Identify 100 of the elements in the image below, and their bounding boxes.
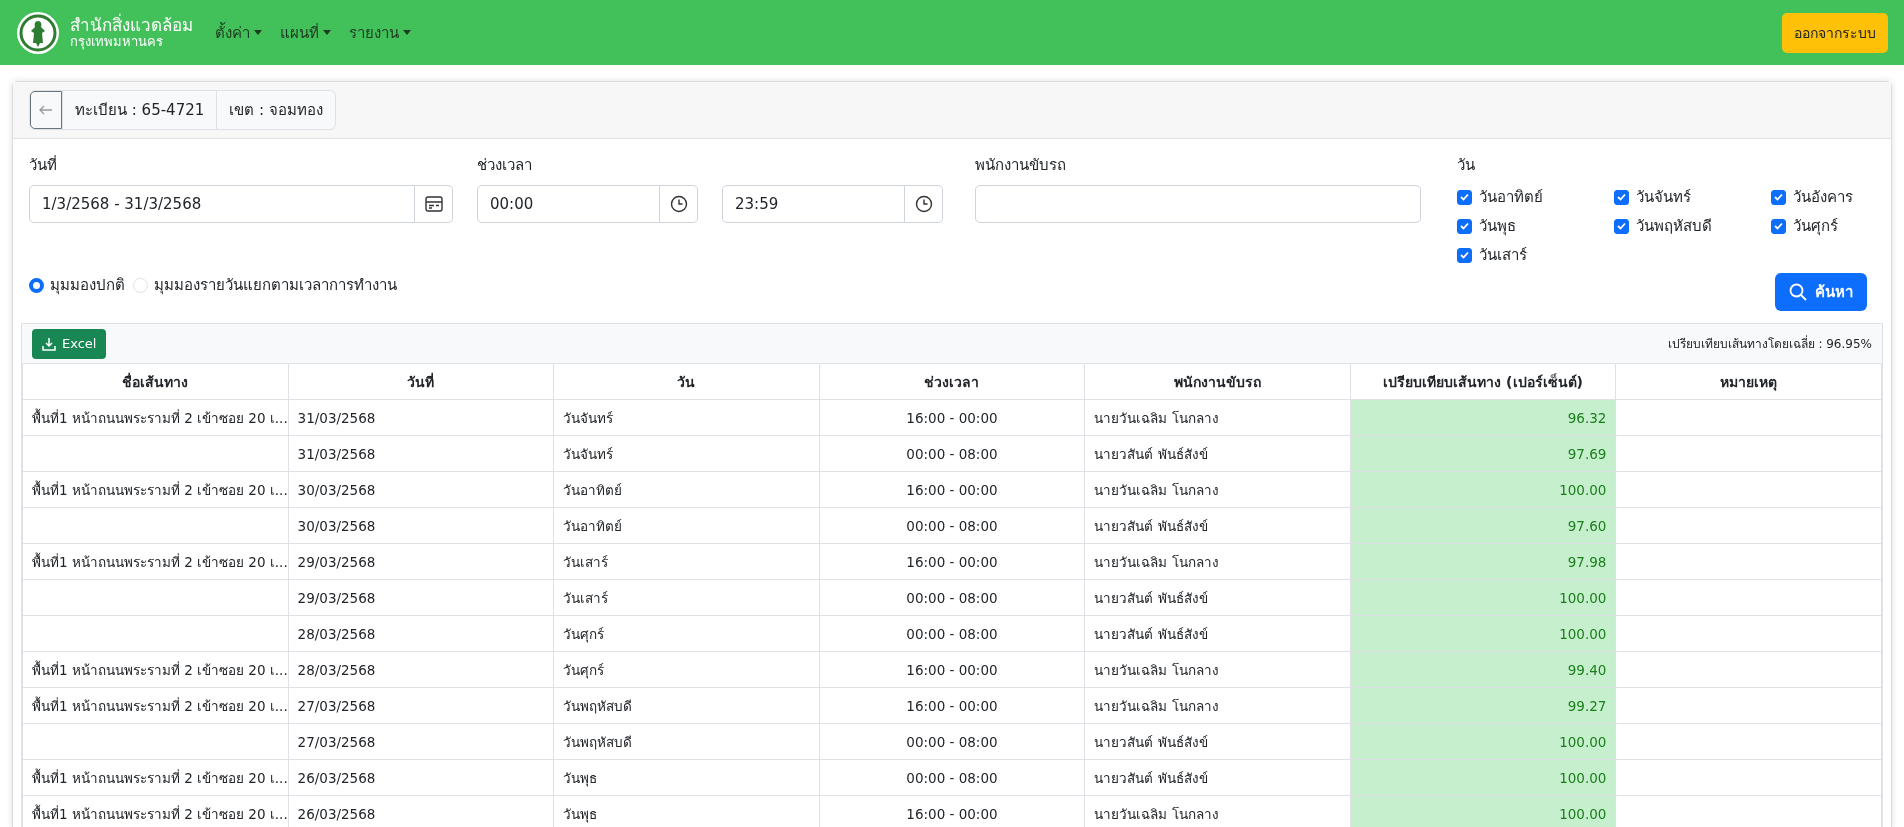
table-cell: 00:00 - 08:00 bbox=[819, 579, 1085, 616]
date-range-field[interactable]: 1/3/2568 - 31/3/2568 bbox=[29, 185, 415, 223]
table-cell: พื้นที่1 หน้าถนนพระรามที่ 2 เข้าซอย 20 เ... bbox=[22, 651, 289, 688]
table-cell: พื้นที่1 หน้าถนนพระรามที่ 2 เข้าซอย 20 เ... bbox=[22, 687, 289, 724]
day-checkbox[interactable] bbox=[1457, 247, 1472, 263]
table-cell: 100.00 bbox=[1350, 471, 1616, 508]
column-header: วัน bbox=[553, 363, 820, 400]
view-radio[interactable] bbox=[29, 277, 44, 293]
table-cell: 28/03/2568 bbox=[288, 615, 554, 652]
table-cell: 100.00 bbox=[1350, 615, 1616, 652]
day-checkbox[interactable] bbox=[1614, 189, 1629, 205]
table-cell: วันเสาร์ bbox=[553, 543, 820, 580]
table-cell: พื้นที่1 หน้าถนนพระรามที่ 2 เข้าซอย 20 เ... bbox=[22, 471, 289, 508]
logout-button[interactable]: ออกจากระบบ bbox=[1782, 12, 1888, 53]
table-cell: 16:00 - 00:00 bbox=[819, 651, 1085, 688]
driver-field[interactable] bbox=[975, 185, 1421, 223]
field-label: วัน bbox=[1457, 155, 1476, 176]
table-cell: 30/03/2568 bbox=[288, 471, 554, 508]
clock-icon bbox=[914, 195, 933, 213]
view-label: มุมมองรายวันแยกตามเวลาการทำงาน bbox=[154, 275, 397, 297]
excel-button[interactable]: Excel bbox=[32, 328, 107, 359]
day-checkbox[interactable] bbox=[1457, 218, 1472, 234]
download-icon bbox=[42, 336, 56, 351]
day-checkbox[interactable] bbox=[1457, 189, 1472, 205]
column-header: หมายเหตุ bbox=[1615, 363, 1882, 400]
check-icon bbox=[1774, 222, 1783, 230]
search-button[interactable]: ค้นหา bbox=[1775, 273, 1867, 311]
table-cell: 16:00 - 00:00 bbox=[819, 687, 1085, 724]
table-cell: นายวันเฉลิม โนกลาง bbox=[1084, 651, 1351, 688]
column-header: วันที่ bbox=[288, 363, 554, 400]
field-label: พนักงานขับรถ bbox=[975, 155, 1067, 176]
day-label: วันพฤหัสบดี bbox=[1636, 216, 1712, 237]
day-label: วันพุธ bbox=[1479, 216, 1516, 238]
nav-menu[interactable]: รายงาน bbox=[345, 20, 415, 45]
table-cell: พื้นที่1 หน้าถนนพระรามที่ 2 เข้าซอย 20 เ... bbox=[22, 399, 289, 436]
table-cell: วันอาทิตย์ bbox=[553, 507, 820, 544]
day-label: วันศุกร์ bbox=[1793, 216, 1838, 238]
table-cell: วันศุกร์ bbox=[553, 651, 820, 688]
calendar-icon bbox=[424, 196, 443, 212]
table-cell: พื้นที่1 หน้าถนนพระรามที่ 2 เข้าซอย 20 เ... bbox=[22, 759, 289, 796]
table-cell: 31/03/2568 bbox=[288, 435, 554, 472]
brand-subtitle: กรุงเทพมหานคร bbox=[70, 34, 164, 49]
check-icon bbox=[1460, 222, 1469, 230]
day-label: วันเสาร์ bbox=[1479, 245, 1527, 266]
district-label: เขต : จอมทอง bbox=[216, 91, 335, 129]
table-cell: 16:00 - 00:00 bbox=[819, 471, 1085, 508]
table-cell: 29/03/2568 bbox=[288, 579, 554, 616]
table-cell: นายวสันต์ พันธ์สังข์ bbox=[1084, 579, 1351, 616]
table-cell: 100.00 bbox=[1350, 723, 1616, 760]
clock-button[interactable] bbox=[660, 185, 698, 223]
time-to-field[interactable]: 23:59 bbox=[722, 185, 905, 223]
table-cell: นายวันเฉลิม โนกลาง bbox=[1084, 543, 1351, 580]
table-cell: 96.32 bbox=[1350, 399, 1616, 436]
day-checkbox[interactable] bbox=[1771, 218, 1786, 234]
table-cell: พื้นที่1 หน้าถนนพระรามที่ 2 เข้าซอย 20 เ... bbox=[22, 543, 289, 580]
back-button[interactable] bbox=[30, 91, 62, 129]
day-label: วันอาทิตย์ bbox=[1479, 187, 1543, 208]
table-cell: วันเสาร์ bbox=[553, 579, 820, 616]
field-label: ช่วงเวลา bbox=[477, 155, 533, 176]
table-cell: 99.40 bbox=[1350, 651, 1616, 688]
search-icon bbox=[1789, 283, 1807, 301]
table-cell: 16:00 - 00:00 bbox=[819, 399, 1085, 436]
check-icon bbox=[1460, 193, 1469, 201]
table-cell: นายวสันต์ พันธ์สังข์ bbox=[1084, 435, 1351, 472]
registration-label: ทะเบียน : 65-4721 bbox=[62, 91, 217, 129]
day-checkbox[interactable] bbox=[1771, 189, 1786, 205]
table-cell: นายวันเฉลิม โนกลาง bbox=[1084, 687, 1351, 724]
table-cell: 00:00 - 08:00 bbox=[819, 507, 1085, 544]
time-from-field[interactable]: 00:00 bbox=[477, 185, 660, 223]
check-icon bbox=[1617, 222, 1626, 230]
table-cell: วันอาทิตย์ bbox=[553, 471, 820, 508]
nav-menu[interactable]: แผนที่ bbox=[276, 20, 335, 45]
table-cell: 100.00 bbox=[1350, 579, 1616, 616]
table-cell: 30/03/2568 bbox=[288, 507, 554, 544]
check-icon bbox=[1460, 251, 1469, 259]
table-cell: 27/03/2568 bbox=[288, 723, 554, 760]
table-cell: วันพฤหัสบดี bbox=[553, 723, 820, 760]
table-cell: 100.00 bbox=[1350, 759, 1616, 796]
table-cell: 97.69 bbox=[1350, 435, 1616, 472]
table-cell: 00:00 - 08:00 bbox=[819, 723, 1085, 760]
table-cell: วันพุธ bbox=[553, 759, 820, 796]
column-header: เปรียบเทียบเส้นทาง (เปอร์เซ็นต์) bbox=[1350, 363, 1616, 400]
column-header: พนักงานขับรถ bbox=[1084, 363, 1351, 400]
table-cell: 26/03/2568 bbox=[288, 759, 554, 796]
day-label: วันอังคาร bbox=[1793, 187, 1853, 208]
emblem-logo[interactable] bbox=[16, 10, 60, 55]
table-cell: 16:00 - 00:00 bbox=[819, 543, 1085, 580]
view-label: มุมมองปกติ bbox=[50, 275, 125, 297]
table-cell: 00:00 - 08:00 bbox=[819, 435, 1085, 472]
table-cell: วันพฤหัสบดี bbox=[553, 687, 820, 724]
table-cell: นายวสันต์ พันธ์สังข์ bbox=[1084, 723, 1351, 760]
day-label: วันจันทร์ bbox=[1636, 187, 1691, 208]
column-header: ช่วงเวลา bbox=[819, 363, 1085, 400]
calendar-button[interactable] bbox=[415, 185, 453, 223]
table-cell: 29/03/2568 bbox=[288, 543, 554, 580]
table-cell: 99.27 bbox=[1350, 687, 1616, 724]
clock-button[interactable] bbox=[905, 185, 943, 223]
table-cell: 00:00 - 08:00 bbox=[819, 759, 1085, 796]
nav-menu[interactable]: ตั้งค่า bbox=[211, 20, 266, 45]
day-checkbox[interactable] bbox=[1614, 218, 1629, 234]
